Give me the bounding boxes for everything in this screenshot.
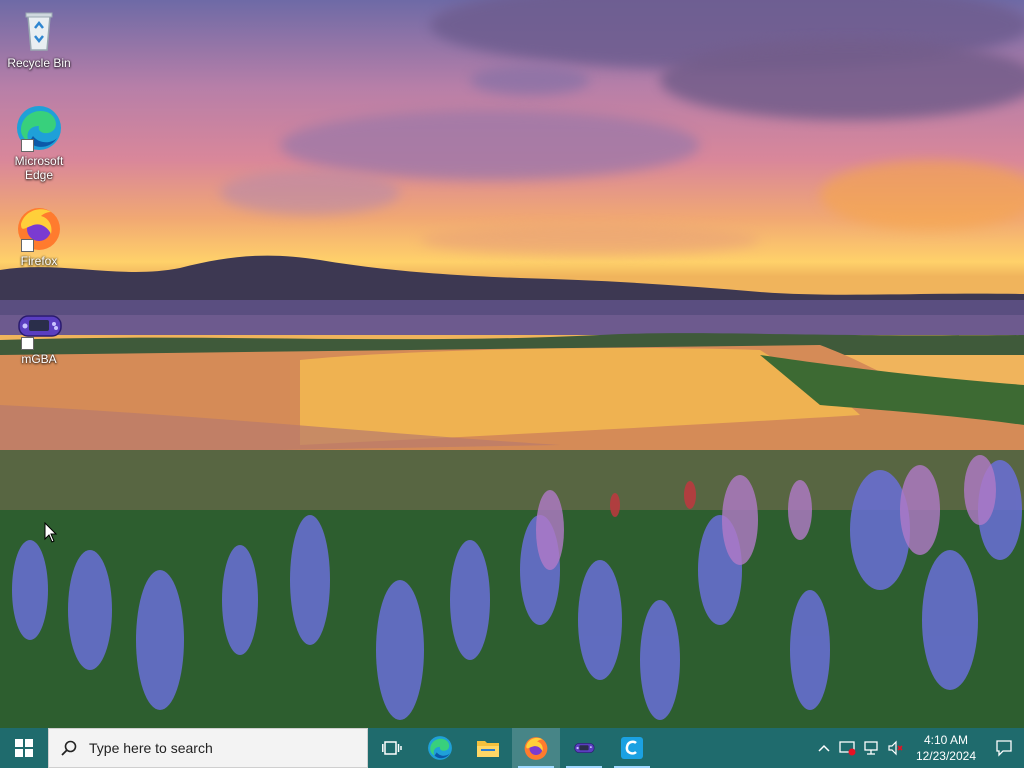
cloud	[660, 40, 1024, 120]
c-app-icon	[621, 737, 643, 759]
tray-defender-button[interactable]	[836, 728, 860, 768]
security-alert-icon	[839, 741, 856, 756]
show-hidden-icons-button[interactable]	[812, 728, 836, 768]
meadow	[0, 450, 1024, 728]
network-icon	[864, 741, 878, 755]
taskbar-clock[interactable]: 4:10 AM 12/23/2024	[908, 732, 984, 764]
task-view-icon	[382, 741, 402, 755]
desktop[interactable]: Recycle Bin Microsoft Edge Firefox mGBA	[0, 0, 1024, 728]
taskbar-c-app[interactable]	[608, 728, 656, 768]
tray-volume-button[interactable]	[884, 728, 908, 768]
shortcut-arrow-icon	[21, 239, 34, 252]
desktop-icon-mgba[interactable]: mGBA	[4, 302, 74, 366]
firefox-icon	[524, 737, 548, 760]
cloud	[220, 170, 400, 215]
shortcut-arrow-icon	[21, 337, 34, 350]
chevron-up-icon	[818, 744, 830, 752]
firefox-icon	[15, 204, 63, 252]
search-icon	[61, 740, 77, 756]
edge-icon	[428, 736, 452, 760]
taskbar: Type here to search 4:10 AM 12/23/2024	[0, 728, 1024, 768]
folder-icon	[477, 741, 499, 757]
desktop-icon-recycle-bin[interactable]: Recycle Bin	[4, 6, 74, 70]
clock-date: 12/23/2024	[915, 749, 976, 763]
desktop-icon-edge[interactable]: Microsoft Edge	[4, 104, 74, 182]
taskbar-task-view[interactable]	[368, 728, 416, 768]
taskbar-file-explorer[interactable]	[464, 728, 512, 768]
clock-time: 4:10 AM	[923, 733, 968, 747]
mountains	[0, 255, 1024, 320]
taskbar-firefox[interactable]	[512, 728, 560, 768]
cloud	[280, 110, 700, 180]
desktop-icon-label: mGBA	[21, 352, 57, 366]
desktop-icon-label: Firefox	[20, 254, 58, 268]
desktop-icon-label: Microsoft Edge	[14, 154, 64, 182]
mouse-cursor-icon	[44, 522, 58, 543]
recycle-bin-icon	[15, 6, 63, 54]
desktop-icon-firefox[interactable]: Firefox	[4, 204, 74, 268]
notification-icon	[996, 740, 1012, 757]
volume-muted-icon	[888, 740, 903, 756]
edge-icon	[15, 104, 63, 152]
system-tray: 4:10 AM 12/23/2024	[812, 728, 1024, 768]
cloud	[820, 160, 1024, 230]
shortcut-arrow-icon	[21, 139, 34, 152]
mgba-icon	[574, 743, 595, 753]
mgba-icon	[15, 302, 63, 350]
desktop-icon-label: Recycle Bin	[7, 56, 71, 70]
search-placeholder: Type here to search	[89, 740, 213, 756]
windows-logo-icon	[15, 739, 33, 757]
taskbar-edge[interactable]	[416, 728, 464, 768]
tray-network-button[interactable]	[860, 728, 884, 768]
cloud	[470, 65, 590, 95]
action-center-button[interactable]	[984, 728, 1024, 768]
taskbar-search-box[interactable]: Type here to search	[48, 728, 368, 768]
taskbar-mgba[interactable]	[560, 728, 608, 768]
start-button[interactable]	[0, 728, 48, 768]
